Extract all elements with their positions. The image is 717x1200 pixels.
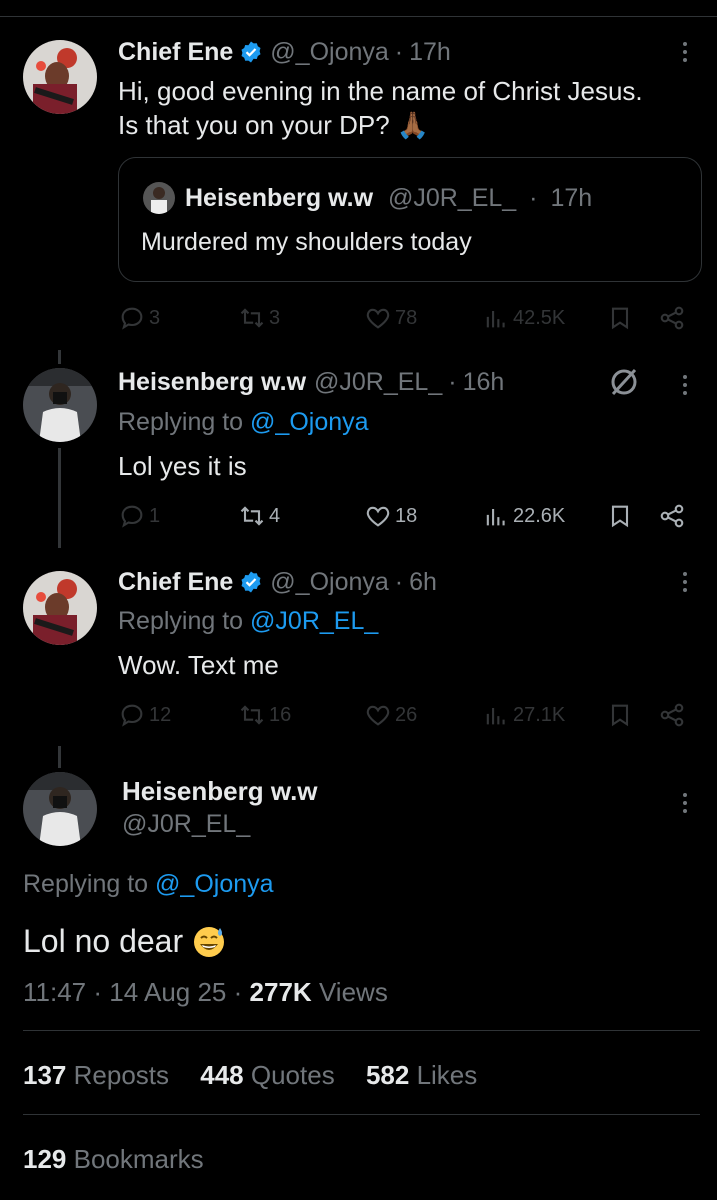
more-icon[interactable] — [672, 788, 698, 818]
replying-prefix: Replying to — [23, 870, 149, 898]
likes-stat[interactable]: 582 Likes — [366, 1060, 477, 1090]
replying-to: Replying to @_Ojonya — [23, 867, 274, 901]
quotes-count: 448 — [200, 1060, 244, 1090]
bookmarks-stats: 129 Bookmarks — [23, 1142, 228, 1176]
engagement-stats: 137 Reposts 448 Quotes 582 Likes — [23, 1058, 501, 1092]
bookmarks-label: Bookmarks — [73, 1144, 204, 1174]
tweet-meta: 11:47 · 14 Aug 25 · 277K Views — [23, 975, 388, 1009]
views-total: 277K — [249, 977, 312, 1007]
bookmarks-count: 129 — [23, 1144, 67, 1174]
bookmarks-stat[interactable]: 129 Bookmarks — [23, 1144, 204, 1174]
separator: · — [93, 977, 103, 1007]
separator: · — [233, 977, 243, 1007]
main-tweet: Heisenberg w.w @J0R_EL_ Replying to @_Oj… — [0, 0, 717, 1200]
divider — [23, 1114, 700, 1115]
sweat-smile-emoji — [194, 927, 225, 957]
likes-label: Likes — [416, 1060, 478, 1090]
replying-handle-link[interactable]: @_Ojonya — [155, 870, 274, 898]
divider — [23, 1030, 700, 1031]
reposts-count: 137 — [23, 1060, 67, 1090]
reposts-label: Reposts — [73, 1060, 170, 1090]
likes-count: 582 — [365, 1060, 410, 1090]
quotes-label: Quotes — [250, 1060, 335, 1090]
author-name[interactable]: Heisenberg w.w — [122, 774, 318, 808]
post-time[interactable]: 11:47 — [23, 977, 86, 1007]
tweet-text-row: Lol no dear — [23, 920, 227, 962]
tweet-text: Lol no dear — [23, 923, 184, 959]
author-handle[interactable]: @J0R_EL_ — [122, 808, 250, 840]
reposts-stat[interactable]: 137 Reposts — [23, 1060, 169, 1090]
quotes-stat[interactable]: 448 Quotes — [200, 1060, 334, 1090]
views-label: Views — [318, 977, 388, 1007]
post-date[interactable]: 14 Aug 25 — [109, 977, 226, 1007]
avatar[interactable] — [23, 772, 97, 846]
